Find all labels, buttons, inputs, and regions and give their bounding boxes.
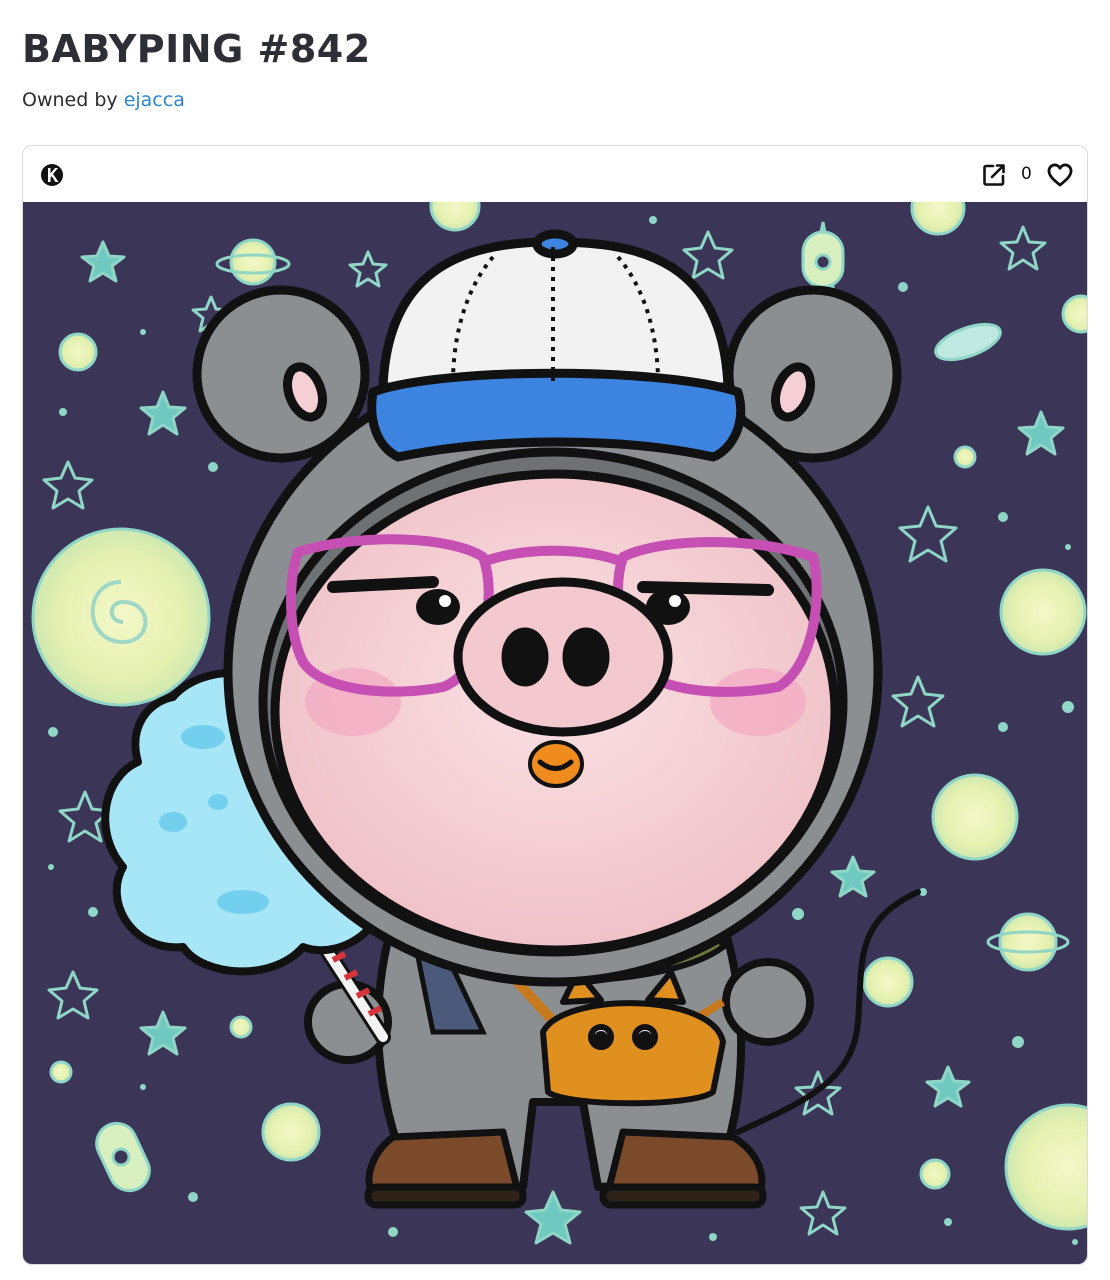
like-count: 0 <box>1021 164 1032 184</box>
blockchain-logo-icon[interactable] <box>40 163 64 187</box>
owner-link[interactable]: ejacca <box>124 89 185 111</box>
heart-outline-icon[interactable] <box>1046 161 1074 189</box>
snout <box>453 577 673 737</box>
nft-artwork-image <box>23 202 1087 1264</box>
page-title: BABYPING #842 <box>22 27 371 71</box>
nft-card: 0 <box>22 145 1088 1265</box>
card-header: 0 <box>23 146 1087 202</box>
external-link-icon[interactable] <box>981 162 1007 188</box>
owner-prefix: Owned by <box>22 89 118 111</box>
owner-line: Owned by ejacca <box>22 89 185 111</box>
